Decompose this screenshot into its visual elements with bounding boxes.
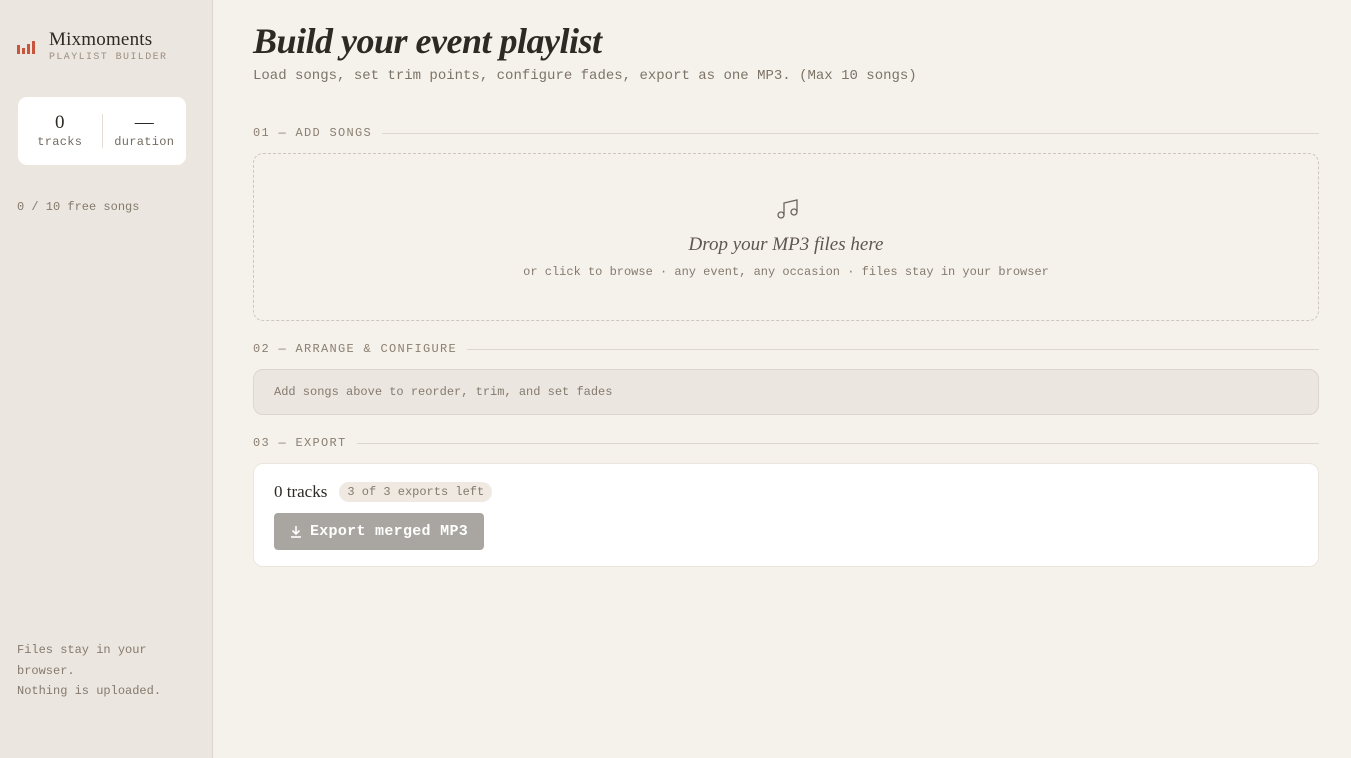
section-add-heading: 01 — ADD SONGS: [253, 126, 1319, 140]
section-export-heading: 03 — EXPORT: [253, 436, 1319, 450]
stats-card: 0 tracks — duration: [17, 96, 187, 166]
section-export-label: 03 — EXPORT: [253, 436, 347, 450]
export-track-count: 0 tracks: [274, 482, 328, 501]
dropzone-subtitle: or click to browse · any event, any occa…: [523, 265, 1049, 279]
music-note-icon: [777, 199, 798, 219]
duration-label: duration: [114, 135, 175, 149]
download-icon: [290, 526, 301, 538]
page-subtitle: Load songs, set trim points, configure f…: [253, 68, 917, 84]
section-divider: [467, 348, 1319, 350]
sidebar: Mixmoments PLAYLIST BUILDER 0 tracks — d…: [0, 0, 213, 758]
mp3-dropzone[interactable]: Drop your MP3 files here or click to bro…: [253, 153, 1319, 321]
privacy-note: Files stay in your browser. Nothing is u…: [17, 640, 197, 702]
export-button-label: Export merged MP3: [309, 523, 469, 540]
duration-value: —: [134, 112, 154, 133]
page-title: Build your event playlist: [253, 21, 602, 61]
free-songs-counter: 0 / 10 free songs: [17, 200, 140, 214]
section-divider: [382, 132, 1319, 134]
arrange-empty-state: Add songs above to reorder, trim, and se…: [253, 369, 1319, 415]
export-merged-mp3-button[interactable]: Export merged MP3: [274, 513, 484, 550]
duration-stat: — duration: [103, 112, 187, 150]
brand: Mixmoments PLAYLIST BUILDER: [17, 30, 167, 63]
bars-icon: [17, 38, 39, 54]
dropzone-title: Drop your MP3 files here: [688, 234, 884, 255]
tracks-label: tracks: [37, 135, 83, 149]
section-add-label: 01 — ADD SONGS: [253, 126, 373, 140]
brand-subtitle: PLAYLIST BUILDER: [49, 52, 168, 63]
privacy-note-line1: Files stay in your browser.: [17, 643, 147, 678]
tracks-stat: 0 tracks: [18, 112, 102, 150]
section-arrange-label: 02 — ARRANGE & CONFIGURE: [253, 342, 458, 356]
privacy-note-line2: Nothing is uploaded.: [17, 684, 162, 698]
tracks-count: 0: [55, 112, 65, 133]
section-arrange-heading: 02 — ARRANGE & CONFIGURE: [253, 342, 1319, 356]
exports-left-badge: 3 of 3 exports left: [339, 482, 493, 502]
section-divider: [356, 442, 1319, 444]
export-panel: 0 tracks 3 of 3 exports left Export merg…: [253, 463, 1319, 567]
brand-name: Mixmoments: [49, 29, 153, 50]
